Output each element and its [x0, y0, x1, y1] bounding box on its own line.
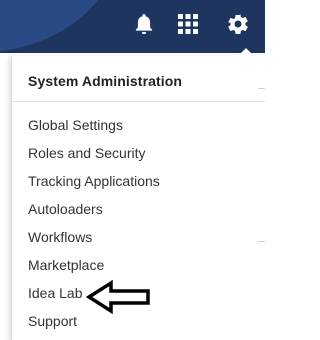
settings-button[interactable]	[225, 11, 251, 37]
menu-item-tracking-applications[interactable]: Tracking Applications	[12, 170, 265, 198]
app-screen: System Administration Global Settings Ro…	[0, 0, 265, 340]
gear-icon	[228, 14, 248, 35]
notifications-button[interactable]	[131, 11, 157, 37]
top-navigation-bar	[0, 0, 265, 53]
background-divider	[258, 241, 265, 242]
brand-shape	[0, 0, 116, 53]
menu-item-global-settings[interactable]: Global Settings	[12, 114, 265, 142]
bell-icon	[135, 14, 153, 35]
menu-divider	[12, 101, 265, 102]
menu-item-autoloaders[interactable]: Autoloaders	[12, 198, 265, 226]
apps-grid-icon	[178, 14, 198, 34]
apps-grid-button[interactable]	[175, 11, 201, 37]
menu-item-roles-and-security[interactable]: Roles and Security	[12, 142, 265, 170]
background-divider	[258, 88, 265, 89]
menu-item-support[interactable]: Support	[12, 310, 265, 338]
menu-title: System Administration	[28, 73, 183, 89]
menu-caret	[238, 48, 254, 56]
left-arrow-outline-icon	[86, 280, 150, 314]
menu-item-marketplace[interactable]: Marketplace	[12, 254, 265, 282]
menu-item-workflows[interactable]: Workflows	[12, 226, 265, 254]
